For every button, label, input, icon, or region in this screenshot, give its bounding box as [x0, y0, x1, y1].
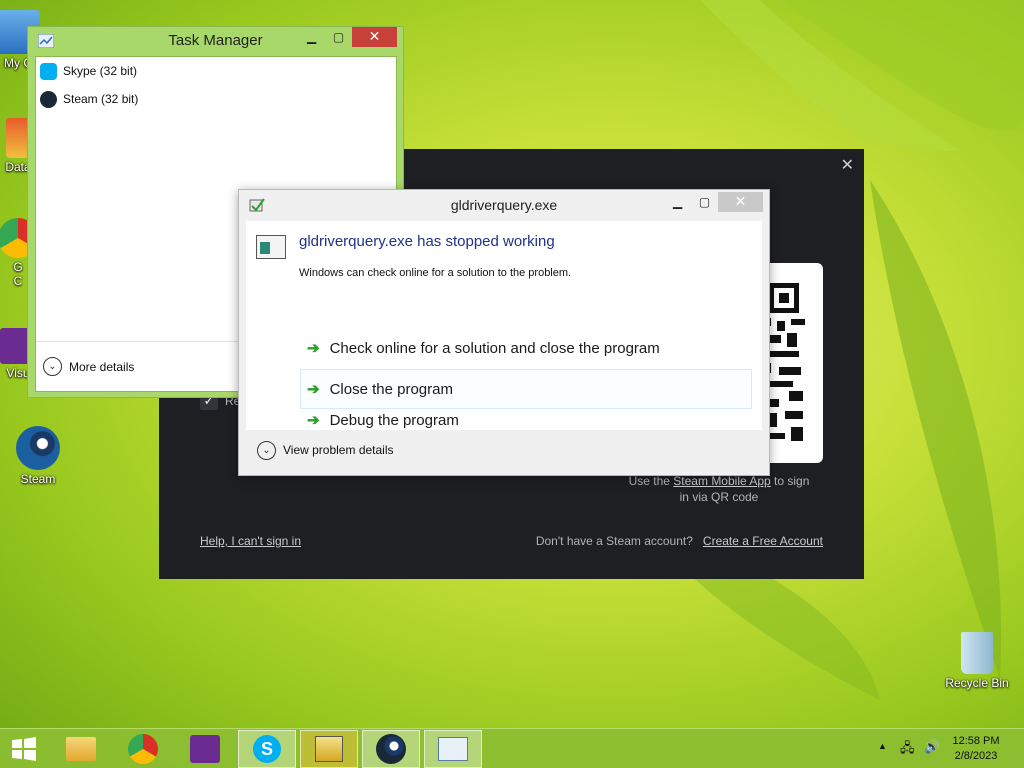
desktop-icon-label: Recycle Bin [945, 676, 1009, 690]
arrow-right-icon: ➔ [307, 381, 320, 398]
close-icon[interactable]: ✕ [718, 192, 763, 212]
close-icon[interactable]: ✕ [352, 27, 397, 47]
minimize-icon[interactable]: ▁ [664, 192, 691, 212]
desktop-icon-recycle-bin[interactable]: Recycle Bin [942, 632, 1012, 690]
task-manager-icon [438, 737, 468, 761]
windows-logo-icon [12, 737, 36, 761]
desktop-icon-steam[interactable]: Steam [6, 426, 70, 486]
qr-caption: Use the Steam Mobile App to sign in via … [614, 473, 824, 505]
debug-program-option[interactable]: ➔ Debug the program [300, 410, 752, 430]
check-online-option[interactable]: ➔ Check online for a solution and close … [300, 328, 752, 368]
chevron-down-icon: ⌄ [43, 357, 62, 376]
taskbar-chrome[interactable] [114, 730, 172, 768]
steam-icon [40, 90, 57, 108]
clock-date: 2/8/2023 [954, 750, 998, 762]
no-account-text: Don't have a Steam account? [535, 534, 693, 548]
show-hidden-icons-icon[interactable]: ▲ [878, 741, 887, 751]
taskbar: S ▲ 🖧 🔊 12:58 PM 2/8/2023 [0, 728, 1024, 768]
taskbar-visual-studio[interactable] [176, 730, 234, 768]
steam-icon [16, 426, 60, 470]
volume-icon[interactable]: 🔊 [924, 739, 940, 755]
chrome-icon [128, 734, 158, 764]
option-label: Check online for a solution and close th… [329, 339, 660, 357]
steam-icon [376, 734, 406, 764]
steam-mobile-app-link[interactable]: Steam Mobile App [673, 474, 770, 488]
arrow-right-icon: ➔ [307, 340, 320, 357]
clock[interactable]: 12:58 PM 2/8/2023 [946, 734, 1006, 764]
create-account-link[interactable]: Create a Free Account [703, 534, 823, 548]
more-details-label: More details [69, 359, 135, 374]
system-tray: ▲ 🖧 🔊 12:58 PM 2/8/2023 [864, 729, 1024, 768]
option-label: Debug the program [329, 411, 459, 429]
task-manager-icon [38, 34, 54, 48]
window-controls: ▁ ▢ ✕ [664, 192, 763, 214]
taskbar-task-manager[interactable] [424, 730, 482, 768]
desktop-icon-label: G C [13, 260, 23, 288]
option-label: Close the program [329, 380, 453, 398]
view-problem-details-button[interactable]: ⌄ View problem details [246, 431, 762, 469]
program-icon [256, 235, 286, 259]
maximize-icon[interactable]: ▢ [325, 27, 352, 47]
chevron-down-icon: ⌄ [257, 440, 276, 460]
taskbar-skype[interactable]: S [238, 730, 296, 768]
process-name: Skype (32 bit) [63, 64, 138, 78]
qr-caption-line2: in via QR code [679, 490, 759, 504]
maximize-icon[interactable]: ▢ [691, 192, 718, 212]
recycle-bin-icon [961, 632, 993, 674]
error-dialog-body: gldriverquery.exe has stopped working Wi… [246, 221, 762, 430]
error-reporting-icon [249, 198, 265, 212]
qr-caption-suffix: to sign [770, 474, 810, 488]
clock-time: 12:58 PM [952, 735, 1000, 747]
taskbar-error-reporting[interactable] [300, 730, 358, 768]
minimize-icon[interactable]: ▁ [298, 27, 325, 47]
taskbar-steam[interactable] [362, 730, 420, 768]
qr-caption-prefix: Use the [628, 474, 674, 488]
window-controls: ▁ ▢ ✕ [298, 27, 397, 49]
process-name: Steam (32 bit) [63, 92, 139, 106]
desktop-icon-label: Steam [20, 472, 56, 486]
visual-studio-icon [190, 735, 220, 763]
view-details-label: View problem details [283, 443, 394, 457]
skype-icon [40, 62, 57, 80]
help-sign-in-link[interactable]: Help, I can't sign in [200, 534, 301, 548]
error-reporting-icon [315, 736, 343, 762]
start-button[interactable] [0, 730, 48, 768]
error-heading: gldriverquery.exe has stopped working [299, 233, 555, 250]
error-dialog-window: gldriverquery.exe ▁ ▢ ✕ gldriverquery.ex… [238, 189, 770, 476]
taskbar-file-explorer[interactable] [52, 730, 110, 768]
network-icon[interactable]: 🖧 [900, 739, 915, 761]
process-row-skype[interactable]: Skype (32 bit) [36, 57, 396, 85]
close-icon[interactable]: ✕ [841, 155, 854, 175]
signup-row: Don't have a Steam account? Create a Fre… [536, 534, 823, 548]
arrow-right-icon: ➔ [307, 412, 320, 429]
folder-icon [66, 737, 96, 761]
error-subtext: Windows can check online for a solution … [299, 267, 572, 279]
process-row-steam[interactable]: Steam (32 bit) [36, 85, 396, 113]
close-program-option[interactable]: ➔ Close the program [300, 369, 752, 409]
skype-icon: S [253, 735, 281, 763]
